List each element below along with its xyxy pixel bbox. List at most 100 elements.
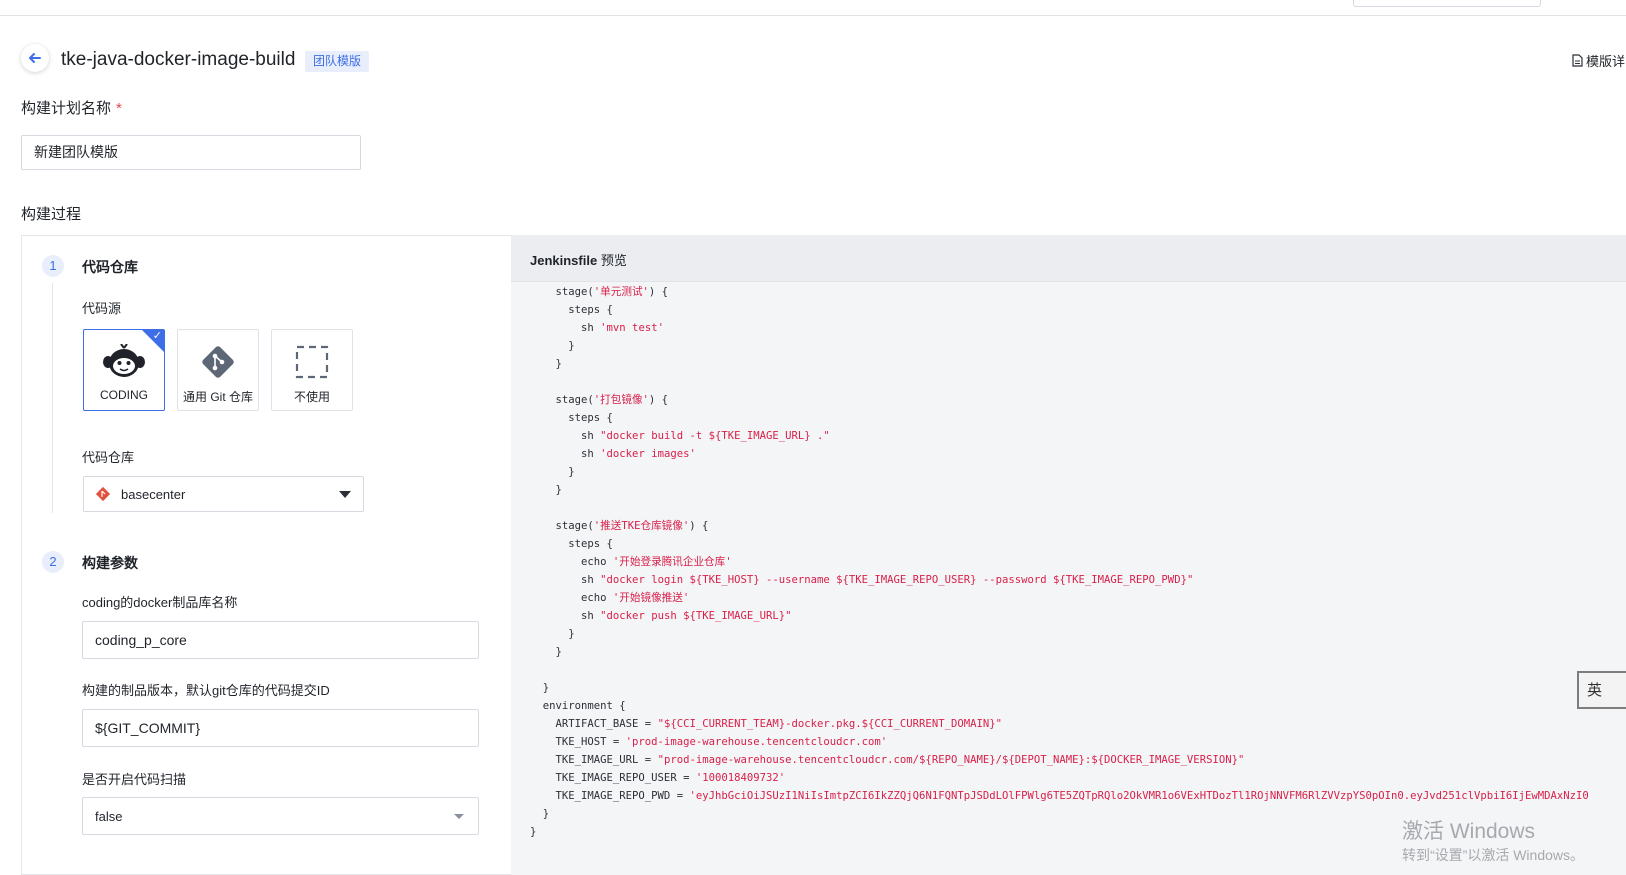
code-text: }	[530, 628, 575, 640]
code-string: '单元测试'	[593, 286, 649, 298]
code-scan-value: false	[95, 808, 123, 824]
step-1-title: 代码仓库	[82, 259, 138, 275]
source-card-label: 不使用	[293, 390, 330, 404]
code-text: TKE_IMAGE_REPO_PWD =	[530, 790, 690, 802]
code-string: '推送TKE仓库镜像'	[593, 520, 690, 532]
code-line: }	[530, 481, 1589, 499]
code-repo-value: basecenter	[121, 486, 186, 502]
code-text: steps {	[530, 304, 613, 316]
windows-activation-title: 激活 Windows	[1402, 820, 1536, 843]
code-line: }	[530, 643, 1589, 661]
code-text: ) {	[648, 286, 669, 298]
source-card-coding[interactable]: CODING ✓	[83, 329, 165, 411]
repo-git-icon	[94, 485, 112, 503]
code-text: sh	[530, 574, 601, 586]
code-string: '打包镜像'	[593, 394, 649, 406]
code-repo-select[interactable]: basecenter	[83, 476, 364, 512]
code-line: sh 'mvn test'	[530, 319, 1589, 337]
team-template-badge: 团队模版	[305, 51, 370, 72]
code-text: echo	[530, 556, 613, 568]
code-string: '开始镜像推送'	[612, 592, 690, 604]
code-text: stage(	[530, 394, 594, 406]
jenkinsfile-preview-panel: Jenkinsfile 预览 stage('单元测试') { steps { s…	[511, 235, 1626, 875]
code-text: }	[530, 358, 562, 370]
code-scan-label: 是否开启代码扫描	[82, 772, 187, 787]
code-text: TKE_HOST =	[530, 736, 626, 748]
source-card-label: CODING	[100, 388, 148, 402]
arrow-left-icon	[29, 53, 41, 63]
source-card-none[interactable]: 不使用	[271, 329, 353, 411]
code-text: sh	[530, 610, 601, 622]
code-string: 'prod-image-warehouse.tencentcloudcr.com…	[625, 736, 888, 748]
code-line: ​	[530, 661, 1589, 679]
code-text: }	[530, 646, 562, 658]
dashed-square-icon	[272, 344, 352, 380]
code-text: }	[530, 340, 575, 352]
top-bar	[0, 0, 1626, 16]
code-line: echo '开始登录腾讯企业仓库'	[530, 553, 1589, 571]
code-line: sh "docker login ${TKE_HOST} --username …	[530, 571, 1589, 589]
step-1-badge: 1	[42, 255, 64, 277]
code-text: stage(	[530, 520, 594, 532]
page-title: tke-java-docker-image-build	[61, 49, 296, 70]
top-search-input[interactable]	[1353, 0, 1541, 7]
code-line: TKE_IMAGE_URL = "prod-image-warehouse.te…	[530, 751, 1589, 769]
step-2-badge: 2	[42, 551, 64, 573]
docker-repo-name-input[interactable]: coding_p_core	[82, 621, 479, 659]
code-text: stage(	[530, 286, 594, 298]
code-text: sh	[530, 322, 601, 334]
code-line: stage('打包镜像') {	[530, 391, 1589, 409]
code-string: "${CCI_CURRENT_TEAM}-docker.pkg.${CCI_CU…	[657, 718, 1002, 730]
caret-down-icon	[339, 490, 351, 498]
code-line: }	[530, 355, 1589, 373]
docker-repo-name-label: coding的docker制品库名称	[82, 595, 238, 610]
code-scan-select[interactable]: false	[82, 797, 479, 835]
code-line: steps {	[530, 535, 1589, 553]
code-string: "prod-image-warehouse.tencentcloudcr.com…	[657, 754, 1245, 766]
code-line: TKE_IMAGE_REPO_PWD = 'eyJhbGciOiJSUzI1Ni…	[530, 787, 1589, 805]
artifact-version-input[interactable]: ${GIT_COMMIT}	[82, 709, 479, 747]
build-process-label: 构建过程	[21, 206, 82, 223]
code-string: "docker push ${TKE_IMAGE_URL}"	[600, 610, 792, 622]
plan-name-label: 构建计划名称 *	[21, 97, 122, 118]
code-string: 'docker images'	[600, 448, 696, 460]
code-line: }	[530, 625, 1589, 643]
code-text: sh	[530, 430, 601, 442]
code-text: }	[530, 484, 562, 496]
code-line: ​	[530, 373, 1589, 391]
code-line: TKE_IMAGE_REPO_USER = '100018409732'	[530, 769, 1589, 787]
code-text: }	[530, 826, 537, 838]
plan-name-input[interactable]: 新建团队模版	[21, 135, 361, 170]
checkmark-icon: ✓	[152, 330, 162, 342]
code-text: ) {	[689, 520, 709, 532]
code-line: TKE_HOST = 'prod-image-warehouse.tencent…	[530, 733, 1589, 751]
code-repo-label: 代码仓库	[82, 450, 135, 465]
code-text: steps {	[530, 538, 613, 550]
step-2-title: 构建参数	[82, 555, 138, 571]
windows-activation-subtitle: 转到“设置”以激活 Windows。	[1402, 847, 1585, 863]
code-line: ARTIFACT_BASE = "${CCI_CURRENT_TEAM}-doc…	[530, 715, 1589, 733]
code-line: stage('单元测试') {	[530, 283, 1589, 301]
code-text: environment {	[530, 700, 626, 712]
code-string: "docker build -t ${TKE_IMAGE_URL} ."	[600, 430, 830, 442]
plan-name-label-text: 构建计划名称	[21, 100, 112, 117]
code-text: echo	[530, 592, 613, 604]
code-text: steps {	[530, 412, 613, 424]
code-line: sh "docker build -t ${TKE_IMAGE_URL} ."	[530, 427, 1589, 445]
template-detail-link[interactable]: 模版详	[1572, 51, 1625, 70]
code-line: steps {	[530, 409, 1589, 427]
ime-indicator[interactable]: 英	[1577, 671, 1626, 709]
source-card-generic-git[interactable]: 通用 Git 仓库	[177, 329, 259, 411]
code-string: '开始登录腾讯企业仓库'	[612, 556, 732, 568]
code-line: sh "docker push ${TKE_IMAGE_URL}"	[530, 607, 1589, 625]
code-line: }	[530, 337, 1589, 355]
code-line: steps {	[530, 301, 1589, 319]
back-button[interactable]	[21, 44, 49, 72]
code-line: environment {	[530, 697, 1589, 715]
jenkinsfile-title-text: Jenkinsfile	[530, 253, 598, 268]
code-string: 'mvn test'	[600, 322, 664, 334]
code-line: }	[530, 679, 1589, 697]
git-icon	[178, 344, 258, 380]
code-text: ) {	[648, 394, 669, 406]
code-string: "docker login ${TKE_HOST} --username ${T…	[600, 574, 1194, 586]
